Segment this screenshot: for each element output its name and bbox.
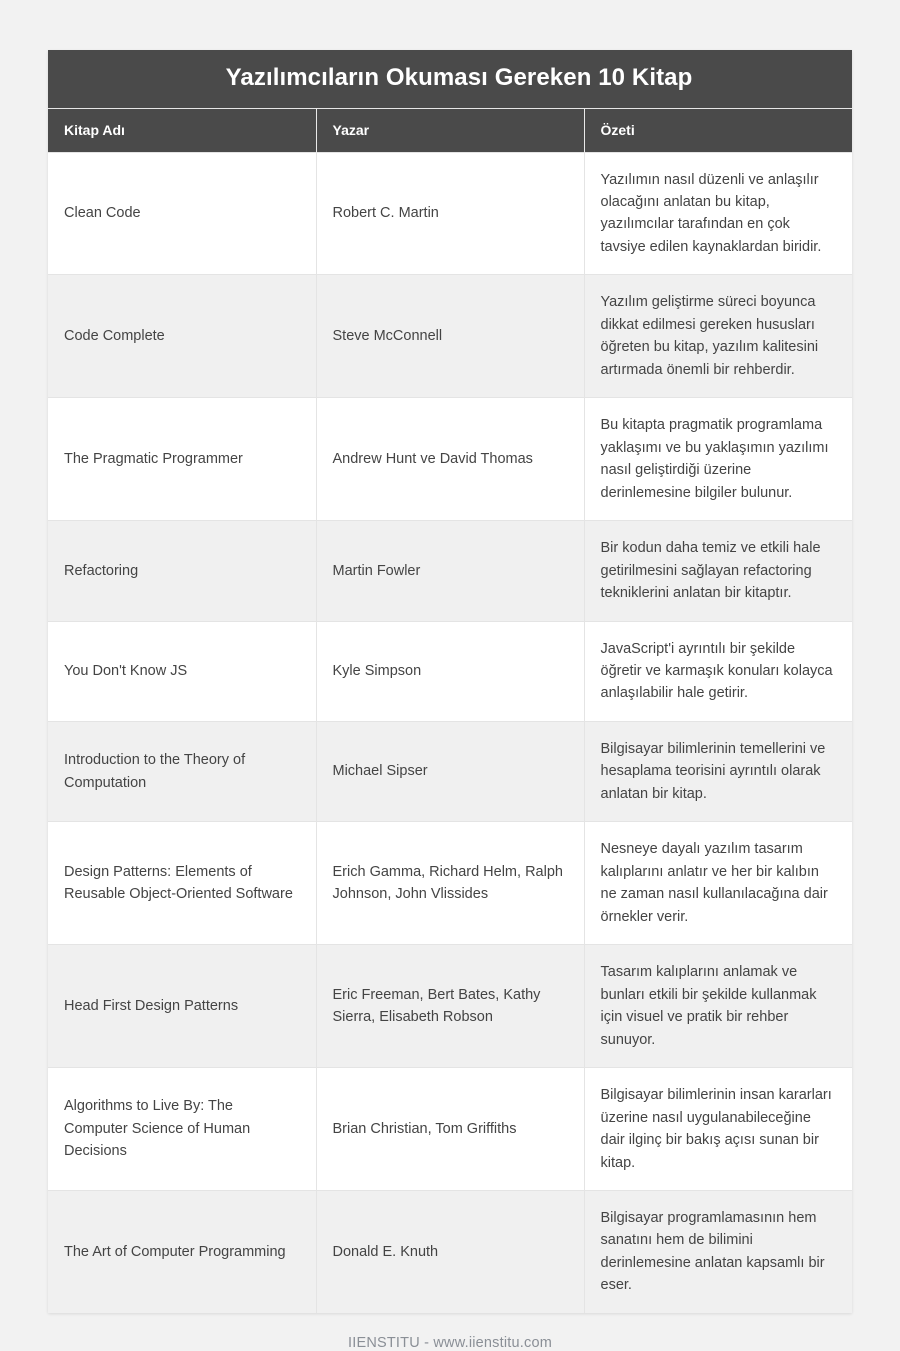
footer-credit: IIENSTITU - www.iienstitu.com [348, 1334, 552, 1351]
cell-book-summary: Yazılım geliştirme süreci boyunca dikkat… [584, 274, 852, 398]
cell-book-author: Kyle Simpson [316, 620, 585, 722]
cell-book-author: Brian Christian, Tom Griffiths [316, 1067, 585, 1191]
cell-book-summary: Bilgisayar bilimlerinin insan kararları … [584, 1067, 852, 1191]
cell-book-title: Algorithms to Live By: The Computer Scie… [48, 1067, 317, 1191]
table-body: Clean Code Robert C. Martin Yazılımın nası… [48, 151, 852, 1313]
cell-book-title: Clean Code [48, 151, 317, 275]
cell-book-author: Andrew Hunt ve David Thomas [316, 397, 585, 521]
cell-book-summary: Bir kodun daha temiz ve etkili hale geti… [584, 520, 852, 622]
page-title: Yazılımcıların Okuması Gereken 10 Kitap [225, 64, 693, 92]
title-bar-cell: Yazılımcıların Okuması Gereken 10 Kitap [48, 50, 852, 108]
books-table: Yazılımcıların Okuması Gereken 10 Kitap … [48, 50, 852, 1313]
table-row: Head First Design Patterns Eric Freeman, … [48, 944, 852, 1068]
cell-book-author: Donald E. Knuth [316, 1189, 585, 1313]
cell-book-title: Head First Design Patterns [48, 944, 317, 1068]
table-row: Algorithms to Live By: The Computer Scie… [48, 1067, 852, 1191]
cell-book-author: Steve McConnell [316, 274, 585, 398]
table-head: Yazılımcıların Okuması Gereken 10 Kitap … [48, 50, 852, 152]
table-row: The Art of Computer Programming Donald E.… [48, 1189, 852, 1313]
cell-book-summary: Yazılımın nasıl düzenli ve anlaşılır ola… [584, 151, 852, 275]
cell-book-title: The Pragmatic Programmer [48, 397, 317, 521]
title-bar-row: Yazılımcıların Okuması Gereken 10 Kitap [48, 50, 852, 108]
cell-book-author: Eric Freeman, Bert Bates, Kathy Sierra, … [316, 944, 585, 1068]
cell-book-author: Martin Fowler [316, 520, 585, 622]
cell-book-author: Michael Sipser [316, 720, 585, 822]
column-header-kitap-adi[interactable]: Kitap Adı [48, 108, 317, 152]
cell-book-author: Robert C. Martin [316, 151, 585, 275]
cell-book-title: The Art of Computer Programming [48, 1189, 317, 1313]
table-row: You Don't Know JS Kyle Simpson JavaScript'… [48, 620, 852, 722]
column-header-yazar[interactable]: Yazar [316, 108, 585, 152]
cell-book-summary: Bu kitapta pragmatik programlama yaklaşı… [584, 397, 852, 521]
cell-book-summary: Bilgisayar programlamasının hem sanatını… [584, 1189, 852, 1313]
cell-book-summary: Tasarım kalıplarını anlamak ve bunları e… [584, 944, 852, 1068]
cell-book-summary: Bilgisayar bilimlerinin temellerini ve h… [584, 720, 852, 822]
table-row: Design Patterns: Elements of Reusable Ob… [48, 821, 852, 945]
table-row: The Pragmatic Programmer Andrew Hunt ve D… [48, 397, 852, 521]
column-header-ozeti[interactable]: Özeti [584, 108, 852, 152]
cell-book-title: You Don't Know JS [48, 620, 317, 722]
cell-book-title: Code Complete [48, 274, 317, 398]
cell-book-summary: Nesneye dayalı yazılım tasarım kalıpları… [584, 821, 852, 945]
cell-book-author: Erich Gamma, Richard Helm, Ralph Johnson… [316, 821, 585, 945]
cell-book-summary: JavaScript'i ayrıntılı bir şekilde öğret… [584, 620, 852, 722]
cell-book-title: Refactoring [48, 520, 317, 622]
page-root: Yazılımcıların Okuması Gereken 10 Kitap … [0, 0, 900, 1351]
table-row: Refactoring Martin Fowler Bir kodun daha t… [48, 520, 852, 622]
table-row: Introduction to the Theory of Computatio… [48, 720, 852, 822]
table-row: Clean Code Robert C. Martin Yazılımın nası… [48, 151, 852, 275]
cell-book-title: Design Patterns: Elements of Reusable Ob… [48, 821, 317, 945]
table-row: Code Complete Steve McConnell Yazılım geli… [48, 274, 852, 398]
cell-book-title: Introduction to the Theory of Computatio… [48, 720, 317, 822]
column-header-row: Kitap Adı Yazar Özeti [48, 108, 852, 152]
